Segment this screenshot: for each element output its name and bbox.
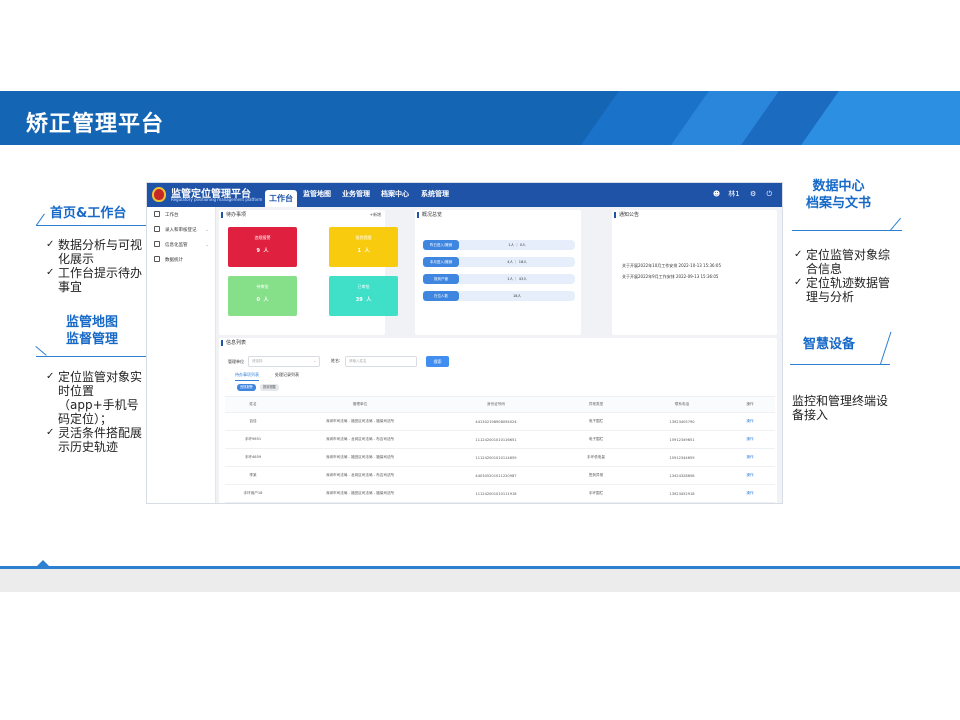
home-bullets: 数据分析与可视化展示 工作台提示待办事宜 (46, 238, 142, 294)
notice-item[interactable]: 关于开展2022年10月工作安排 2022-10-13 15:36:05 (622, 263, 721, 269)
nav-tab-system[interactable]: 系统管理 (421, 189, 449, 199)
chevron-down-icon: ⌄ (205, 242, 209, 247)
chevron-down-icon: ⌄ (313, 359, 316, 363)
app-subtitle: Regulatory positioning management platfo… (171, 197, 263, 202)
table-row: 手环4659 深圳市司法局 - 福田区司法局 - 福保司法所 11124200101… (225, 448, 775, 467)
datacenter-bullet-2: 定位轨迹数据管理与分析 (794, 276, 894, 304)
info-table: 姓名 管理单位 身份证号码 异常类型 联系电话 操作 百佳 深圳市司法局 - 福田… (225, 396, 775, 503)
map-callout-line (36, 356, 146, 357)
chip-reminder[interactable]: 报到提醒 (260, 384, 279, 391)
notice-panel-title: 通知公告 (614, 212, 639, 218)
todo-panel: 待办事项 +新增 违规报警 9 人 报到提醒 1 人 待审批 0 人 已审批 3… (219, 210, 398, 342)
stat-card-reminder[interactable]: 报到提醒 1 人 (329, 227, 398, 267)
datacenter-bullets: 定位监管对象综合信息 定位轨迹数据管理与分析 (794, 248, 894, 304)
todo-panel-title: 待办事项 (221, 212, 246, 218)
logout-icon[interactable]: ⏻ (766, 190, 772, 198)
chip-violation[interactable]: 违规报警 (237, 384, 256, 391)
datacenter-callout-title: 数据中心 档案与文书 (806, 179, 872, 211)
home-callout-line (36, 225, 146, 226)
chevron-down-icon: ⌄ (205, 227, 209, 232)
home-callout-title: 首页&工作台 (50, 206, 127, 221)
unit-filter-label: 管理单位 (228, 359, 244, 364)
overview-row-present: 在位人数 18人 (423, 291, 575, 301)
sidebar-item-registration[interactable]: 录入和审核登记 ⌄ (147, 222, 215, 237)
user-icon[interactable]: ☻ (713, 190, 720, 198)
app-screenshot: 监管定位管理平台 Regulatory positioning manageme… (146, 182, 783, 504)
app-header: 监管定位管理平台 Regulatory positioning manageme… (147, 183, 782, 207)
person-icon (154, 226, 160, 232)
devices-text: 监控和管理终端设备接入 (792, 394, 889, 422)
monitor-icon (154, 211, 160, 217)
slide-title: 矫正管理平台 (26, 112, 165, 137)
search-button[interactable]: 搜索 (426, 356, 449, 367)
settings-icon[interactable]: ⚙ (750, 190, 756, 198)
map-callout-title: 监管地图 监督管理 (66, 315, 119, 347)
row-action-link[interactable]: 操作 (725, 466, 775, 485)
column-header: 操作 (725, 396, 775, 413)
table-row: 李某 深圳市司法局 - 龙岗区司法局 - 布吉司法所 440305201011220… (225, 466, 775, 485)
table-row: 手环用户18 深圳市司法局 - 福田区司法局 - 福保司法所 11124200101… (225, 484, 775, 503)
info-list-title: 信息列表 (221, 340, 246, 346)
nav-tab-business[interactable]: 业务管理 (342, 189, 370, 199)
sidebar-item-supervision[interactable]: 信息化监管 ⌄ (147, 237, 215, 252)
overview-row-yesterday: 昨日进入/撤销 1人 ｜ 0人 (423, 240, 575, 250)
row-action-link[interactable]: 操作 (725, 412, 775, 431)
table-row: 百佳 深圳市司法局 - 福田区司法局 - 福保司法所 441302198908094… (225, 412, 775, 431)
home-bullet-2: 工作台提示待办事宜 (46, 266, 142, 294)
table-row: 手环9651 深圳市司法局 - 龙岗区司法局 - 布吉司法所 11124200101… (225, 430, 775, 449)
row-action-link[interactable]: 操作 (725, 448, 775, 467)
column-header: 联系电话 (639, 396, 725, 413)
shield-icon (154, 241, 160, 247)
tab-todo-list[interactable]: 待办事项列表 (235, 372, 259, 381)
tab-record-list[interactable]: 处理记录列表 (275, 372, 299, 378)
notice-item[interactable]: 关于开展2022年9月工作安排 2022-09-13 15:36:05 (622, 274, 718, 280)
map-bullet-2: 灵活条件搭配展示历史轨迹 (46, 426, 144, 454)
table-header-row: 姓名 管理单位 身份证号码 异常类型 联系电话 操作 (225, 396, 775, 413)
top-toolbar: ☻ 林1 ⚙ ⏻ (705, 189, 772, 199)
devices-callout-title: 智慧设备 (803, 337, 856, 352)
overview-panel-title: 概况总览 (417, 212, 442, 218)
datacenter-callout-line (792, 230, 902, 231)
datacenter-bullet-1: 定位监管对象综合信息 (794, 248, 894, 276)
overview-row-report: 报到户管 1人 ｜ 43人 (423, 274, 575, 284)
police-badge-icon (152, 187, 166, 202)
sidebar-item-statistics[interactable]: 数据统计 (147, 252, 215, 267)
name-filter-label: 姓名: (331, 358, 341, 363)
devices-callout-line (790, 364, 890, 365)
add-todo-link[interactable]: +新增 (370, 212, 381, 218)
column-header: 异常类型 (553, 396, 639, 413)
nav-tab-workbench[interactable]: 工作台 (265, 190, 297, 207)
map-bullet-1: 定位监管对象实时位置（app+手机号码定位）； (46, 370, 144, 426)
column-header: 管理单位 (281, 396, 439, 413)
user-name[interactable]: 林1 (728, 190, 739, 198)
row-action-link[interactable]: 操作 (725, 484, 775, 503)
stat-card-pending[interactable]: 待审批 0 人 (228, 276, 297, 316)
stat-card-approved[interactable]: 已审批 39 人 (329, 276, 398, 316)
column-header: 姓名 (225, 396, 281, 413)
notice-panel: 通知公告 关于开展2022年10月工作安排 2022-10-13 15:36:0… (612, 210, 777, 335)
home-bullet-1: 数据分析与可视化展示 (46, 238, 142, 266)
overview-row-month: 本月进入/撤销 4人 ｜ 18人 (423, 257, 575, 267)
sidebar: 工作台 录入和审核登记 ⌄ 信息化监管 ⌄ 数据统计 (147, 207, 216, 503)
document-icon (154, 256, 160, 262)
slide-footer (0, 560, 960, 592)
stat-card-violation[interactable]: 违规报警 9 人 (228, 227, 297, 267)
row-action-link[interactable]: 操作 (725, 430, 775, 449)
overview-panel: 概况总览 昨日进入/撤销 1人 ｜ 0人 本月进入/撤销 4人 ｜ 18人 报到户管… (415, 210, 581, 335)
nav-tab-archive[interactable]: 档案中心 (381, 189, 409, 199)
sidebar-item-workbench[interactable]: 工作台 (147, 207, 215, 222)
nav-tab-map[interactable]: 监管地图 (303, 189, 331, 199)
name-input[interactable]: 请输入姓名 (345, 356, 417, 367)
unit-select[interactable]: 请选择 ⌄ (248, 356, 320, 367)
column-header: 身份证号码 (439, 396, 553, 413)
map-bullets: 定位监管对象实时位置（app+手机号码定位）； 灵活条件搭配展示历史轨迹 (46, 370, 144, 454)
footer-marker-icon (36, 560, 50, 567)
